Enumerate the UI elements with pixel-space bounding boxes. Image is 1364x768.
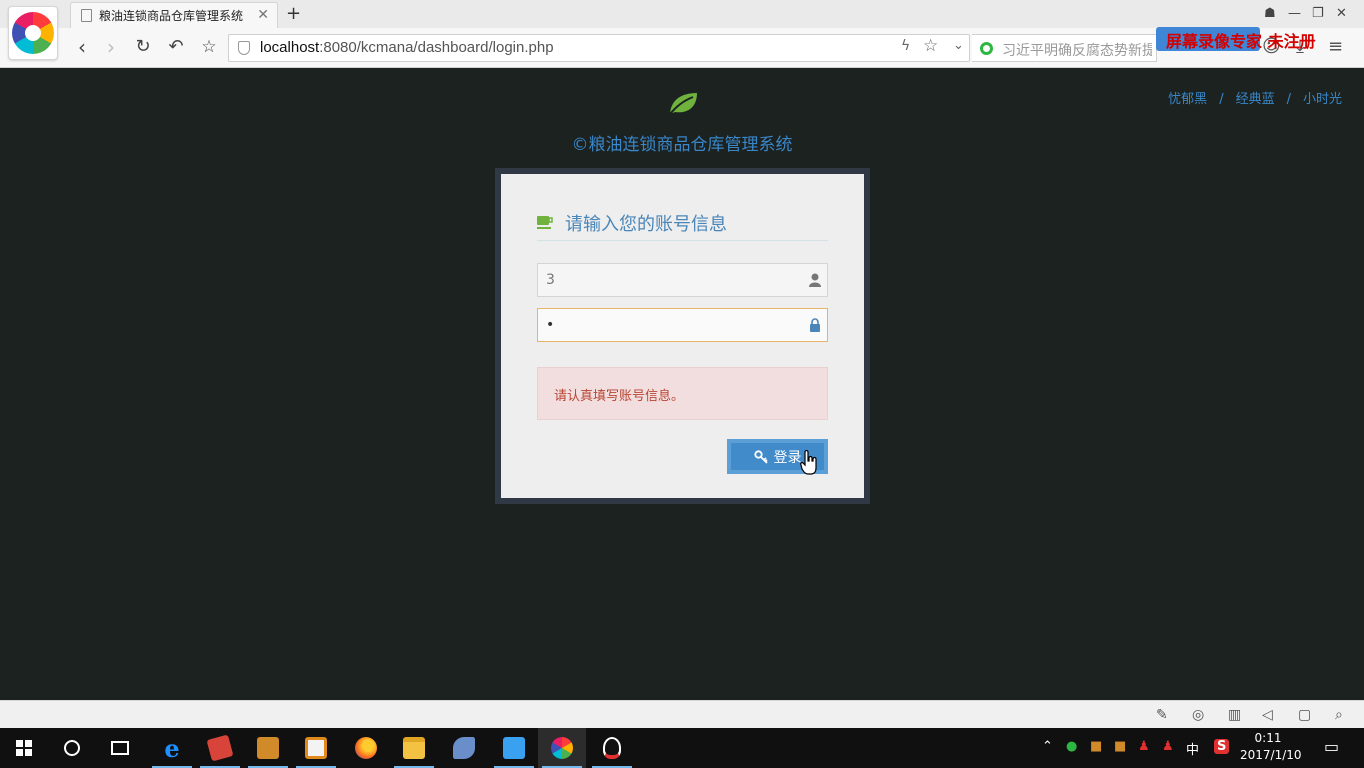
qq-icon [603, 737, 621, 759]
dolphin-app[interactable] [440, 728, 488, 768]
login-header: 请输入您的账号信息 [537, 210, 828, 241]
tray-app-icon[interactable]: ■ [1090, 739, 1102, 754]
red-app[interactable] [196, 728, 244, 768]
undo-icon[interactable]: ↶ [164, 36, 188, 60]
viewer-app[interactable] [292, 728, 340, 768]
minimize-icon[interactable]: — [1288, 6, 1301, 21]
search-box[interactable]: 习近平明确反腐态势新提 [972, 34, 1157, 62]
theme-link-dark[interactable]: 忧郁黑 [1168, 92, 1207, 107]
password-field[interactable] [537, 308, 828, 342]
notification-icon[interactable]: ▭ [1324, 737, 1339, 756]
browser-app[interactable] [538, 728, 586, 768]
bookmark-icon[interactable]: ☆ [923, 36, 938, 56]
url-text: localhost:8080/kcmana/dashboard/login.ph… [260, 39, 554, 56]
browser-statusbar: ✎ ◎ ▥ ◁ ▢ ⌕ [0, 700, 1364, 728]
search-engine-icon [980, 42, 993, 55]
firefox-icon [355, 737, 377, 759]
zoom-icon[interactable]: ⌕ [1335, 707, 1343, 723]
flash-icon[interactable]: ϟ [901, 38, 910, 54]
app-title: ©粮油连锁商品仓库管理系统 [571, 135, 793, 155]
browser-logo[interactable] [8, 6, 58, 60]
browser-tab[interactable]: 粮油连锁商品仓库管理系统 ✕ [70, 2, 278, 28]
tray-app-icon[interactable]: ● [1066, 739, 1077, 754]
search-button[interactable] [48, 728, 96, 768]
hand-cursor-icon [800, 450, 817, 475]
theme-link-blue[interactable]: 经典蓝 [1236, 92, 1275, 107]
back-icon[interactable]: ‹ [70, 36, 94, 60]
user-icon [809, 273, 821, 287]
star-icon[interactable]: ☆ [197, 36, 221, 60]
clock-date: 2017/1/10 [1240, 748, 1302, 762]
speed-icon[interactable]: ◎ [1192, 707, 1204, 723]
browser-wheel-icon [12, 12, 54, 54]
qq-app[interactable] [588, 728, 636, 768]
tab-title: 粮油连锁商品仓库管理系统 [99, 9, 244, 23]
new-tab-button[interactable]: + [286, 3, 301, 24]
password-input[interactable] [538, 309, 827, 341]
app-book-icon [257, 737, 279, 759]
explorer-app[interactable] [390, 728, 438, 768]
taskbar-clock[interactable]: 0:11 2017/1/10 [1240, 730, 1302, 764]
theme-switcher: 忧郁黑 / 经典蓝 / 小时光 [1168, 88, 1342, 107]
ime-indicator[interactable]: 中 [1186, 739, 1199, 758]
app-red-icon [206, 734, 234, 762]
start-icon [16, 740, 32, 756]
edge-app[interactable]: e [148, 728, 196, 768]
username-field[interactable] [537, 263, 828, 297]
page-icon [81, 9, 92, 22]
book-app[interactable] [244, 728, 292, 768]
firefox-app[interactable] [342, 728, 390, 768]
key-icon [753, 449, 768, 464]
menu-icon[interactable]: ≡ [1328, 36, 1343, 57]
address-bar[interactable]: localhost:8080/kcmana/dashboard/login.ph… [228, 34, 970, 62]
windows-taskbar: e ⌃ ● ■ ■ ♟ ♟ 中 S 0:11 2017/1/10 ▭ [0, 728, 1364, 768]
clock-time: 0:11 [1254, 731, 1282, 745]
task-view-icon [111, 741, 129, 755]
search-placeholder: 习近平明确反腐态势新提 [1002, 43, 1152, 59]
shield-icon [238, 41, 250, 55]
pin-icon[interactable]: ✎ [1156, 707, 1168, 723]
search-icon [64, 740, 80, 756]
tray-app-icon[interactable]: ■ [1114, 739, 1126, 754]
username-input[interactable] [538, 264, 827, 296]
sogou-icon[interactable]: S [1214, 739, 1230, 754]
start-button[interactable] [0, 728, 48, 768]
close-window-icon[interactable]: ✕ [1336, 6, 1347, 21]
theme-link-time[interactable]: 小时光 [1303, 92, 1342, 107]
task-view-button[interactable] [96, 728, 144, 768]
error-alert: 请认真填写账号信息。 [537, 367, 828, 420]
skin-icon[interactable]: ☗ [1264, 6, 1276, 21]
dropdown-icon[interactable]: ⌄ [953, 38, 964, 53]
dolphin-icon [453, 737, 475, 759]
tab-close-icon[interactable]: ✕ [257, 7, 269, 23]
tray-qq-icon[interactable]: ♟ [1138, 739, 1150, 754]
login-page: 忧郁黑 / 经典蓝 / 小时光 ©粮油连锁商品仓库管理系统 请输入您的账号信息 [0, 68, 1364, 700]
theme-separator: / [1286, 92, 1291, 107]
browser-tabbar: 粮油连锁商品仓库管理系统 ✕ + ☗ — ❐ ✕ [0, 0, 1364, 28]
volume-icon[interactable]: ◁ [1262, 707, 1273, 723]
reload-icon[interactable]: ↻ [131, 36, 155, 60]
edge-icon: e [164, 733, 180, 763]
login-button-label: 登录 [773, 449, 802, 466]
tray-qq-icon[interactable]: ♟ [1162, 739, 1174, 754]
theme-separator: / [1219, 92, 1224, 107]
login-title: 请输入您的账号信息 [565, 214, 727, 235]
baidu-cloud-app[interactable] [490, 728, 538, 768]
baidu-cloud-icon [503, 737, 525, 759]
recorder-watermark: 屏幕录像专家 未注册 [1166, 32, 1316, 51]
explorer-icon [403, 737, 425, 759]
trash-icon[interactable]: ▥ [1228, 707, 1241, 723]
browser-wheel-icon [551, 737, 573, 759]
maximize-icon[interactable]: ❐ [1312, 6, 1324, 21]
forward-icon[interactable]: › [99, 36, 123, 60]
coffee-icon [537, 216, 553, 229]
leaf-icon [669, 93, 697, 115]
tray-expand-icon[interactable]: ⌃ [1042, 739, 1053, 754]
app-viewer-icon [305, 737, 327, 759]
window-icon[interactable]: ▢ [1298, 707, 1311, 723]
lock-icon [810, 318, 820, 332]
